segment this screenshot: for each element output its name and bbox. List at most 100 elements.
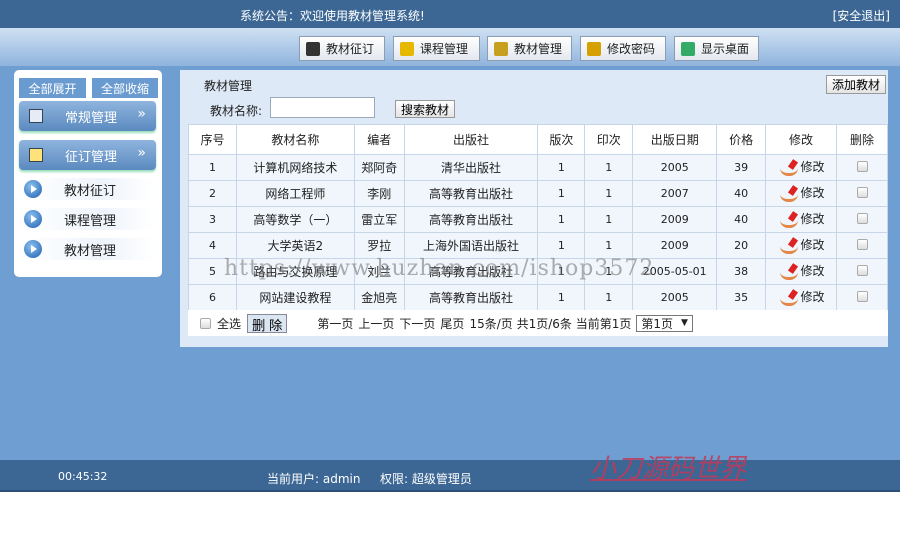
sidebar-item-textbooks[interactable]: 教材管理 (24, 238, 154, 260)
select-all-label: 全选 (217, 316, 242, 331)
table-cell: 1 (584, 258, 634, 285)
table-row: 3 高等数学（一） 雷立军 高等教育出版社 1 1 2009 40 修改 (188, 206, 888, 233)
delete-button[interactable]: 删 除 (247, 313, 288, 333)
column-header: 印次 (584, 124, 634, 155)
sidebar-group-general[interactable]: 常规管理 » (19, 101, 156, 131)
select-all-checkbox[interactable] (200, 317, 211, 329)
toolbar-button-4[interactable]: 显示桌面 (674, 36, 759, 61)
footer: 00:45:32 当前用户: admin 权限: 超级管理员 小刀源码世界 (0, 454, 900, 492)
table-cell: 1 (188, 154, 237, 181)
sidebar-group-subscription[interactable]: 征订管理 » (19, 140, 156, 170)
edit-pen-icon (778, 238, 800, 254)
dropdown-arrow-icon: ▼ (680, 318, 688, 328)
edit-label: 修改 (800, 238, 825, 253)
chevron-right-icon: » (137, 145, 146, 161)
chevron-right-icon: » (137, 106, 146, 122)
table-cell: 2005-05-01 (632, 258, 718, 285)
edit-link[interactable]: 修改 (778, 236, 825, 254)
list-icon (29, 148, 43, 162)
edit-cell: 修改 (765, 206, 837, 233)
sidebar-item-subscription[interactable]: 教材征订 (24, 178, 154, 200)
logout-link[interactable]: [安全退出] (833, 7, 890, 24)
column-header: 删除 (836, 124, 888, 155)
table-cell: 网站建设教程 (235, 284, 355, 311)
table-cell: 1 (584, 180, 634, 207)
column-header: 出版日期 (632, 124, 718, 155)
next-page-link[interactable]: 下一页 (399, 315, 435, 332)
table-cell: 网络工程师 (235, 180, 355, 207)
play-icon (24, 180, 42, 198)
table-cell: 2005 (632, 284, 718, 311)
table-cell: 38 (716, 258, 767, 285)
table-cell: 1 (584, 232, 634, 259)
page-info: 15条/页 共1页/6条 当前第1页 (469, 316, 632, 331)
table-cell: 路由与交换原理 (235, 258, 355, 285)
add-textbook-button[interactable]: 添加教材 (825, 75, 886, 94)
row-delete-checkbox[interactable] (856, 186, 868, 198)
edit-link[interactable]: 修改 (778, 288, 825, 306)
row-delete-checkbox[interactable] (856, 290, 868, 302)
column-header: 编者 (353, 124, 405, 155)
book-icon (494, 41, 508, 56)
page-select[interactable]: 第1页 ▼ (636, 314, 693, 332)
table-cell: 大学英语2 (235, 232, 355, 259)
table-cell: 罗拉 (353, 232, 405, 259)
notepad-icon (29, 109, 43, 123)
first-page-link[interactable]: 第一页 (317, 315, 353, 332)
toolbar-button-label: 教材管理 (514, 42, 563, 56)
column-header: 价格 (716, 124, 767, 155)
edit-pen-icon (778, 186, 800, 202)
edit-cell: 修改 (765, 258, 837, 285)
column-header: 教材名称 (235, 124, 355, 155)
table-row: 1 计算机网络技术 郑阿奇 清华出版社 1 1 2005 39 修改 (188, 154, 888, 181)
edit-pen-icon (778, 212, 800, 228)
table-cell: 1 (537, 232, 586, 259)
row-delete-checkbox[interactable] (856, 212, 868, 224)
edit-cell: 修改 (765, 232, 837, 259)
toolbar-button-label: 显示桌面 (701, 42, 750, 56)
page-title: 教材管理 (204, 79, 253, 93)
delete-cell (836, 154, 888, 181)
edit-cell: 修改 (765, 154, 837, 181)
row-delete-checkbox[interactable] (856, 238, 868, 250)
table-cell: 高等教育出版社 (403, 180, 539, 207)
delete-cell (836, 284, 888, 311)
toolbar-button-0[interactable]: 教材征订 (299, 36, 385, 61)
table-cell: 1 (584, 154, 634, 181)
group-label: 常规管理 (65, 110, 118, 126)
sidebar-item-courses[interactable]: 课程管理 (24, 208, 154, 230)
toolbar-button-label: 修改密码 (607, 42, 656, 56)
expand-all-button[interactable]: 全部展开 (19, 78, 86, 98)
table-cell: 1 (537, 258, 586, 285)
toolbar-button-2[interactable]: 教材管理 (487, 36, 572, 61)
table-cell: 1 (537, 180, 586, 207)
last-page-link[interactable]: 尾页 (440, 315, 464, 332)
clipboard-icon (306, 41, 320, 56)
row-delete-checkbox[interactable] (856, 160, 868, 172)
toolbar-button-3[interactable]: 修改密码 (580, 36, 666, 61)
edit-link[interactable]: 修改 (778, 158, 825, 176)
toolbar-button-1[interactable]: 课程管理 (393, 36, 480, 61)
system-notice: 系统公告：欢迎使用教材管理系统! (240, 9, 425, 23)
table-row: 5 路由与交换原理 刘兰 高等教育出版社 1 1 2005-05-01 38 修改 (188, 258, 888, 285)
prev-page-link[interactable]: 上一页 (358, 315, 394, 332)
table-cell: 2009 (632, 206, 718, 233)
table-cell: 1 (584, 206, 634, 233)
group-label: 征订管理 (65, 149, 118, 165)
edit-label: 修改 (800, 186, 825, 201)
column-header: 修改 (765, 124, 837, 155)
pagination: 全选 删 除 第一页 上一页 下一页 尾页 15条/页 共1页/6条 当前第1页… (188, 310, 888, 336)
table-cell: 计算机网络技术 (235, 154, 355, 181)
edit-link[interactable]: 修改 (778, 210, 825, 228)
edit-link[interactable]: 修改 (778, 262, 825, 280)
row-delete-checkbox[interactable] (856, 264, 868, 276)
collapse-all-button[interactable]: 全部收缩 (92, 78, 158, 98)
textbook-table: 序号 教材名称 编者 出版社 版次 印次 出版日期 价格 修改 删除 1 计算机网络技术 郑阿奇 清华出… (188, 124, 888, 311)
search-button[interactable]: 搜索教材 (395, 100, 456, 118)
current-user: 当前用户: admin (267, 472, 361, 486)
table-cell: 1 (584, 284, 634, 311)
table-cell: 4 (188, 232, 237, 259)
delete-cell (836, 180, 888, 207)
search-input[interactable] (270, 97, 375, 118)
edit-link[interactable]: 修改 (778, 184, 825, 202)
